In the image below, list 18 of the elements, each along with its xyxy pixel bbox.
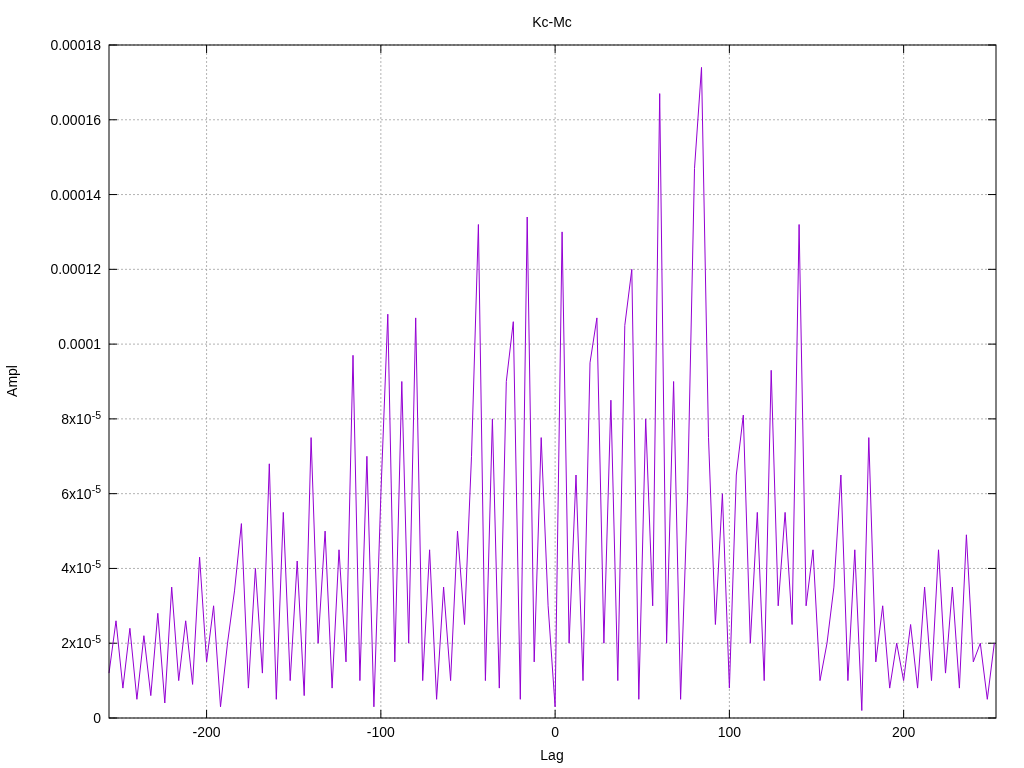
y-tick-label: 0.00012 [50, 261, 101, 278]
y-tick-label: 0.00014 [50, 186, 101, 203]
y-tick-label: 0.0001 [58, 336, 101, 353]
y-axis-label: Ampl [4, 365, 20, 397]
y-tick-label: 0.00018 [50, 37, 101, 53]
x-tick-label: 200 [891, 724, 916, 740]
y-tick-label: 6x10$^{-5}$ [61, 485, 101, 502]
x-tick-label: -100 [366, 724, 395, 740]
x-tick-label: 0 [551, 724, 559, 740]
x-tick-label: 100 [717, 724, 742, 740]
chart-title: Kc-Mc [532, 14, 572, 30]
y-tick-label: 0.00016 [50, 111, 101, 128]
y-tick-label: 2x10$^{-5}$ [61, 635, 101, 652]
y-tick-label: 0 [93, 710, 101, 726]
y-tick-label: 4x10$^{-5}$ [61, 560, 101, 577]
x-axis-label: Lag [540, 747, 564, 763]
y-tick-label: 8x10$^{-5}$ [61, 410, 101, 427]
x-tick-label: -200 [192, 724, 221, 740]
